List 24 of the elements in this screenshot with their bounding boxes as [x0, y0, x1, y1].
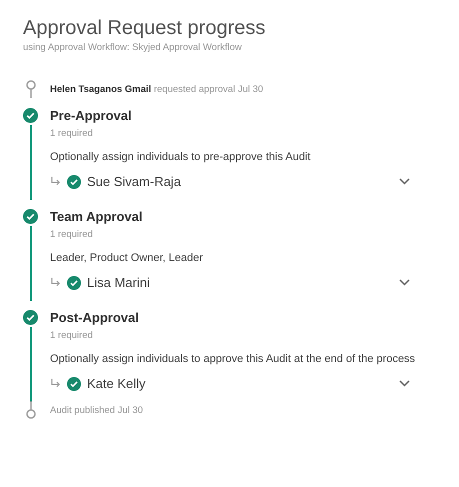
subitem-arrow-icon — [50, 176, 61, 187]
assignee-name: Kate Kelly — [87, 376, 146, 391]
subitem-arrow-icon — [50, 277, 61, 288]
page-title: Approval Request progress — [23, 16, 266, 40]
required-count: 1 required — [50, 128, 94, 139]
request-info: Helen Tsaganos Gmail requested approval Jul 30 — [50, 84, 264, 94]
end-pin-icon — [26, 401, 36, 419]
step-title: Pre-Approval — [50, 107, 133, 124]
step-description: Leader, Product Owner, Leader — [50, 252, 204, 264]
expand-chevron-icon[interactable] — [399, 178, 410, 185]
subitem-arrow-icon — [50, 378, 61, 389]
expand-chevron-icon[interactable] — [399, 279, 410, 286]
required-count: 1 required — [50, 229, 94, 240]
assignee-name: Sue Sivam-Raja — [87, 174, 181, 189]
step-description: Optionally assign individuals to pre-approve this Audit — [50, 151, 312, 163]
start-pin-icon — [26, 80, 36, 98]
publish-info: Audit published Jul 30 — [50, 404, 143, 416]
step-description: Optionally assign individuals to approve this Audit at the end of the process — [50, 353, 416, 365]
step-title: Post-Approval — [50, 309, 140, 326]
step-title: Team Approval — [50, 208, 144, 225]
expand-chevron-icon[interactable] — [399, 380, 410, 387]
workflow-subtitle: using Approval Workflow: Skyjed Approval Workflow — [23, 42, 243, 53]
required-count: 1 required — [50, 330, 94, 341]
assignee-name: Lisa Marini — [87, 275, 150, 290]
